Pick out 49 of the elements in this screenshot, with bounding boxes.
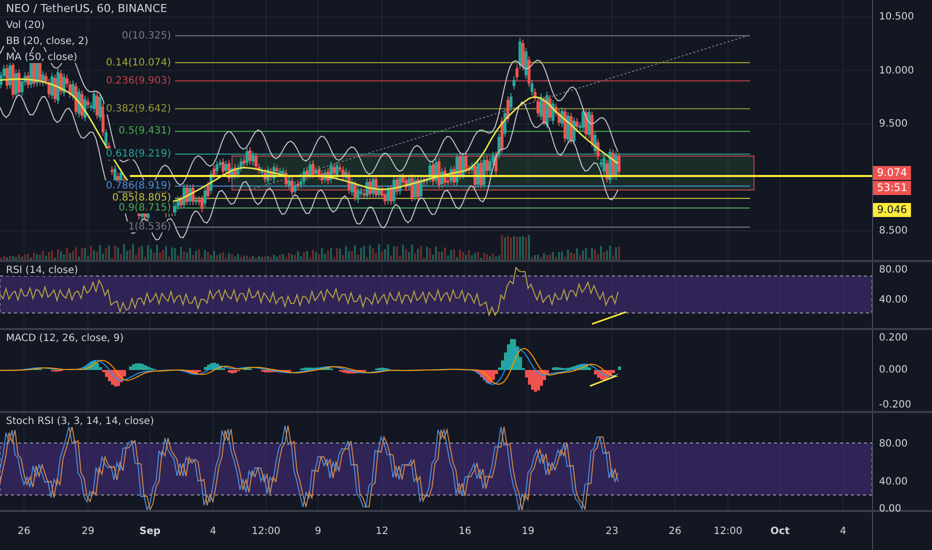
indicator-legend: Stoch RSI (3, 3, 14, 14, close) (4, 416, 156, 427)
divergence-line (592, 311, 626, 325)
indicator-axis-label: 0.00 (879, 504, 902, 514)
indicator-axis-label: -0.200 (879, 400, 912, 410)
indicator-axis-label: 80.00 (879, 264, 908, 276)
time-axis-label: 12:00 (714, 526, 742, 537)
fibonacci-level-label: 1(8.536) (126, 222, 173, 233)
price-axis-label: 10.500 (879, 12, 914, 22)
indicator-legend: MACD (12, 26, close, 9) (4, 333, 126, 344)
price-tag: 9.074 (873, 166, 912, 180)
price-axis-label: 8.500 (879, 226, 908, 236)
indicator-legend: MA (50, close) (4, 52, 80, 63)
price-tag: 9.046 (873, 203, 912, 217)
indicator-axis-label: 40.00 (879, 294, 908, 306)
fibonacci-level-label: 0.14(10.074) (104, 57, 173, 68)
time-axis-label: 26 (668, 526, 682, 537)
indicator-legend: BB (20, close, 2) (4, 36, 90, 47)
divergence-line (590, 375, 616, 387)
fibonacci-level-label: 0.786(8.919) (104, 180, 173, 192)
indicator-legend: RSI (14, close) (4, 265, 80, 276)
time-axis-label: Sep (139, 526, 161, 537)
indicator-axis-label: 40.00 (879, 476, 908, 488)
fibonacci-level-label: 0.85(8.805) (110, 192, 173, 204)
indicator-axis-label: 80.00 (879, 438, 908, 450)
time-axis-label: Oct (770, 526, 790, 537)
time-axis-label: 29 (82, 526, 94, 537)
time-axis-label: 23 (606, 526, 618, 537)
indicator-axis-label: 0.200 (879, 332, 908, 344)
time-axis-label: 9 (314, 526, 322, 537)
time-axis-label: 16 (458, 526, 472, 537)
indicator-axis-label: 0.000 (879, 364, 908, 376)
price-tag: 53:51 (873, 181, 912, 195)
price-axis-label: 10.000 (879, 65, 914, 76)
time-axis-label: 4 (840, 526, 846, 537)
fibonacci-level-label: 0.5(9.431) (116, 126, 173, 137)
fibonacci-level-label: 0.618(9.219) (104, 148, 173, 160)
indicator-legend: Vol (20) (4, 20, 47, 31)
price-axis-label: 9.500 (879, 118, 908, 130)
fibonacci-level-label: 0.9(8.715) (116, 202, 173, 214)
time-axis-label: 19 (522, 526, 534, 537)
time-axis-label: 12:00 (252, 526, 280, 537)
chart-title: NEO / TetherUS, 60, BINANCE (4, 2, 170, 15)
time-axis-label: 4 (210, 526, 216, 537)
fibonacci-level-label: 0(10.325) (120, 30, 173, 42)
time-axis-label: 12 (376, 526, 388, 537)
histogram-bar (618, 366, 621, 370)
time-axis-label: 26 (18, 526, 30, 537)
fibonacci-level-label: 0.236(9.903) (104, 75, 173, 86)
fibonacci-level-label: 0.382(9.642) (104, 103, 173, 114)
